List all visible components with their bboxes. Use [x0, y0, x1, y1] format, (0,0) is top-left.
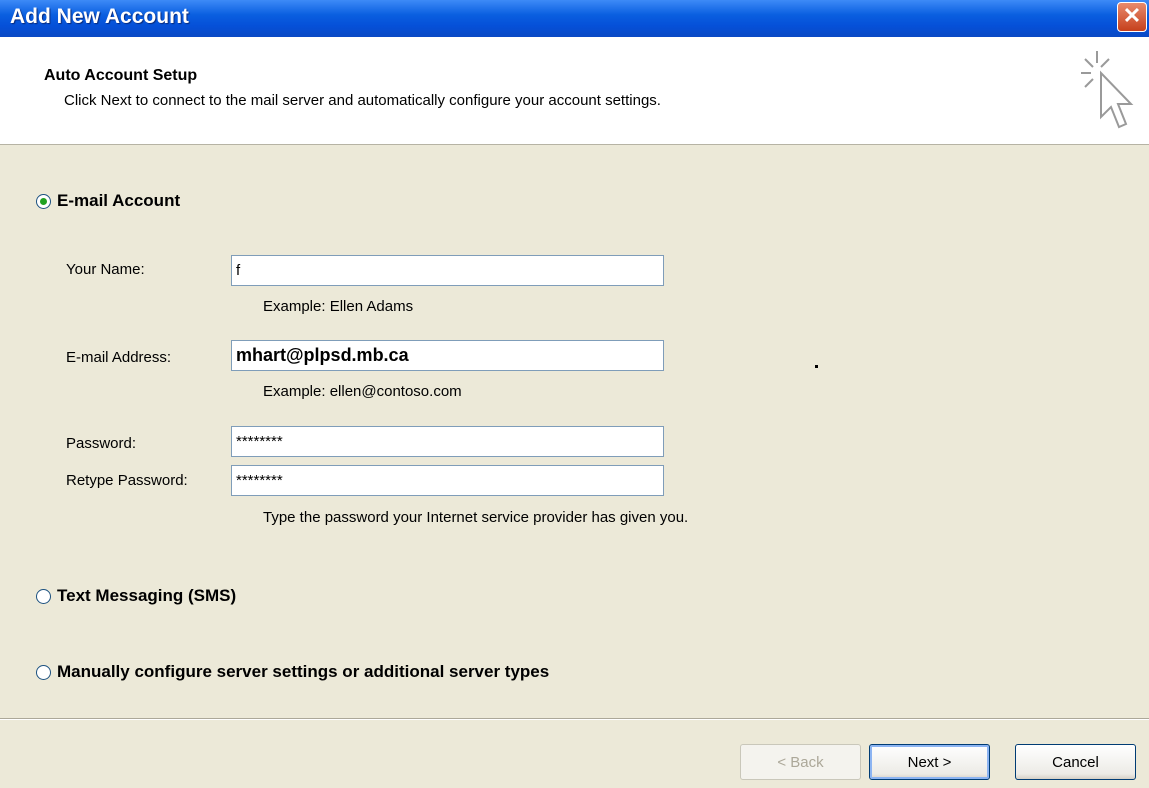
text-messaging-radio[interactable]: [36, 588, 51, 604]
email-address-input[interactable]: [231, 340, 664, 371]
manual-config-option[interactable]: Manually configure server settings or ad…: [36, 662, 549, 682]
retype-password-input[interactable]: [231, 465, 664, 496]
retype-password-label: Retype Password:: [66, 472, 188, 489]
your-name-input[interactable]: [231, 255, 664, 286]
close-button[interactable]: ✕: [1117, 2, 1147, 32]
password-hint: Type the password your Internet service …: [263, 509, 689, 526]
close-icon: ✕: [1122, 3, 1142, 28]
wizard-cursor-icon: [1081, 51, 1134, 129]
next-button[interactable]: Next >: [869, 744, 990, 780]
email-account-radio[interactable]: [36, 193, 51, 209]
header-subtitle: Click Next to connect to the mail server…: [64, 92, 661, 109]
your-name-label: Your Name:: [66, 261, 145, 278]
email-account-option[interactable]: E-mail Account: [36, 191, 180, 211]
window-title: Add New Account: [10, 5, 189, 28]
text-messaging-label: Text Messaging (SMS): [57, 586, 237, 605]
back-button[interactable]: < Back: [740, 744, 861, 780]
manual-config-label: Manually configure server settings or ad…: [57, 662, 550, 681]
password-label: Password:: [66, 435, 137, 452]
footer-divider: [0, 718, 1149, 720]
title-bar: Add New Account ✕: [0, 0, 1149, 37]
password-input[interactable]: [231, 426, 664, 457]
email-address-example: Example: ellen@contoso.com: [263, 383, 462, 400]
stray-dot: [815, 365, 818, 368]
text-messaging-option[interactable]: Text Messaging (SMS): [36, 586, 236, 606]
email-address-label: E-mail Address:: [66, 349, 172, 366]
your-name-example: Example: Ellen Adams: [263, 298, 414, 315]
manual-config-radio[interactable]: [36, 664, 51, 680]
cancel-button[interactable]: Cancel: [1015, 744, 1136, 780]
email-account-label: E-mail Account: [57, 191, 181, 210]
wizard-header: Auto Account Setup Click Next to connect…: [0, 37, 1149, 145]
header-title: Auto Account Setup: [44, 67, 198, 84]
